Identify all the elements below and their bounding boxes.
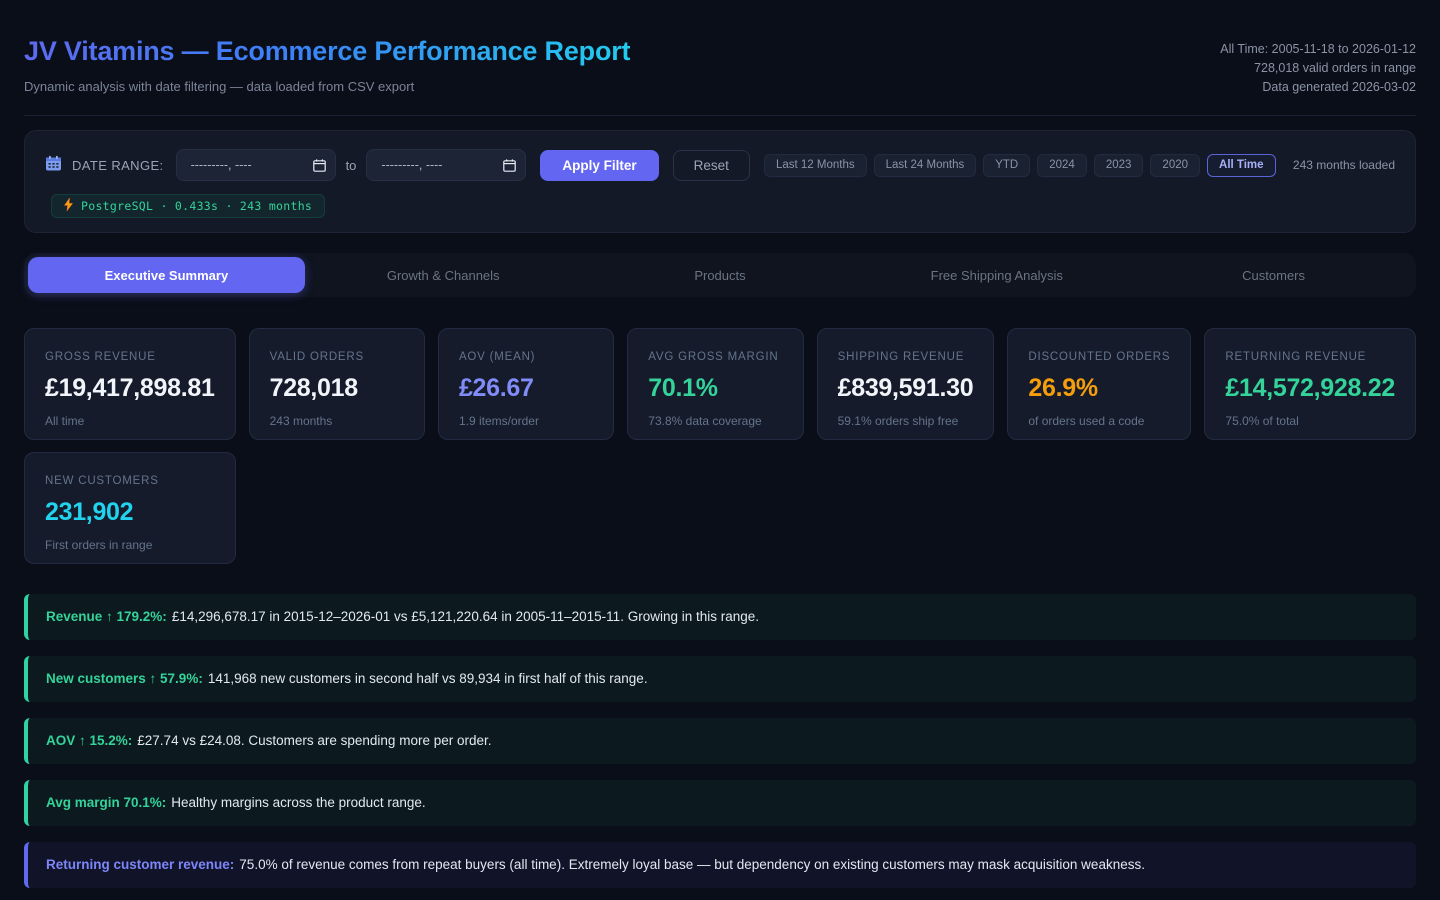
kpi-sub: of orders used a code [1028, 414, 1170, 428]
preset-ytd[interactable]: YTD [983, 154, 1030, 177]
kpi-label: DISCOUNTED ORDERS [1028, 351, 1170, 363]
tab-products[interactable]: Products [582, 257, 859, 293]
reset-button[interactable]: Reset [673, 150, 750, 181]
kpi-label: SHIPPING REVENUE [838, 351, 974, 363]
insight-text: £14,296,678.17 in 2015-12–2026-01 vs £5,… [172, 609, 759, 624]
to-label: to [346, 158, 357, 173]
kpi-value: £26.67 [459, 374, 593, 403]
apply-filter-button[interactable]: Apply Filter [540, 150, 658, 181]
kpi-label: AVG GROSS MARGIN [648, 351, 782, 363]
kpi-label: GROSS REVENUE [45, 351, 215, 363]
date-from-field[interactable] [176, 149, 336, 181]
insight-label: New customers ↑ 57.9%: [46, 671, 203, 686]
kpi-card-discounted-orders: DISCOUNTED ORDERS 26.9% of orders used a… [1007, 328, 1191, 440]
filter-row: DATE RANGE: to Apply Filter Reset Last 1… [45, 149, 1395, 181]
preset-last-24-months[interactable]: Last 24 Months [874, 154, 977, 177]
kpi-card-valid-orders: VALID ORDERS 728,018 243 months [249, 328, 425, 440]
kpi-sub: 59.1% orders ship free [838, 414, 974, 428]
preset-2024[interactable]: 2024 [1037, 154, 1087, 177]
insight-text: 75.0% of revenue comes from repeat buyer… [239, 857, 1145, 872]
calendar-icon[interactable] [313, 159, 326, 177]
date-from-input[interactable] [177, 150, 335, 180]
lightning-bolt-icon [64, 198, 73, 214]
kpi-sub: 73.8% data coverage [648, 414, 782, 428]
kpi-value: £14,572,928.22 [1225, 374, 1395, 403]
report-page: JV Vitamins — Ecommerce Performance Repo… [0, 0, 1440, 888]
insights-list: Revenue ↑ 179.2%: £14,296,678.17 in 2015-… [24, 594, 1416, 888]
kpi-label: NEW CUSTOMERS [45, 475, 215, 487]
date-to-input[interactable] [367, 150, 525, 180]
insight-text: £27.74 vs £24.08. Customers are spending… [137, 733, 491, 748]
kpi-card-aov-mean: AOV (MEAN) £26.67 1.9 items/order [438, 328, 614, 440]
meta-valid-orders: 728,018 valid orders in range [1220, 59, 1416, 78]
kpi-sub: First orders in range [45, 538, 215, 552]
query-status-row: PostgreSQL · 0.433s · 243 months [45, 194, 1395, 218]
query-status-text: PostgreSQL · 0.433s · 243 months [81, 199, 312, 213]
kpi-grid: GROSS REVENUE £19,417,898.81 All time VA… [24, 328, 1416, 564]
kpi-value: 70.1% [648, 374, 782, 403]
kpi-value: 231,902 [45, 498, 215, 527]
kpi-card-shipping-revenue: SHIPPING REVENUE £839,591.30 59.1% order… [817, 328, 995, 440]
insight-label: AOV ↑ 15.2%: [46, 733, 132, 748]
kpi-value: £19,417,898.81 [45, 374, 215, 403]
kpi-label: AOV (MEAN) [459, 351, 593, 363]
tab-bar: Executive Summary Growth & Channels Prod… [24, 253, 1416, 297]
page-subtitle: Dynamic analysis with date filtering — d… [24, 79, 630, 94]
preset-all-time[interactable]: All Time [1207, 154, 1276, 177]
preset-2023[interactable]: 2023 [1094, 154, 1144, 177]
preset-last-12-months[interactable]: Last 12 Months [764, 154, 867, 177]
tab-growth-channels[interactable]: Growth & Channels [305, 257, 582, 293]
kpi-value: 26.9% [1028, 374, 1170, 403]
kpi-sub: 243 months [270, 414, 404, 428]
kpi-sub: 1.9 items/order [459, 414, 593, 428]
insight-new-customers: New customers ↑ 57.9%: 141,968 new custom… [24, 656, 1416, 702]
header-meta: All Time: 2005-11-18 to 2026-01-12 728,0… [1220, 36, 1416, 97]
query-status-badge: PostgreSQL · 0.433s · 243 months [51, 194, 325, 218]
page-title: JV Vitamins — Ecommerce Performance Repo… [24, 36, 630, 67]
meta-generated-date: Data generated 2026-03-02 [1220, 78, 1416, 97]
kpi-value: 728,018 [270, 374, 404, 403]
preset-2020[interactable]: 2020 [1150, 154, 1200, 177]
calendar-icon [45, 155, 62, 177]
tab-free-shipping-analysis[interactable]: Free Shipping Analysis [858, 257, 1135, 293]
kpi-card-avg-gross-margin: AVG GROSS MARGIN 70.1% 73.8% data covera… [627, 328, 803, 440]
preset-buttons: Last 12 Months Last 24 Months YTD 2024 2… [764, 154, 1276, 177]
header-titles: JV Vitamins — Ecommerce Performance Repo… [24, 36, 630, 94]
insight-avg-margin: Avg margin 70.1%: Healthy margins across … [24, 780, 1416, 826]
tab-executive-summary[interactable]: Executive Summary [28, 257, 305, 293]
kpi-card-new-customers: NEW CUSTOMERS 231,902 First orders in ra… [24, 452, 236, 564]
kpi-value: £839,591.30 [838, 374, 974, 403]
insight-text: 141,968 new customers in second half vs … [208, 671, 648, 686]
insight-label: Revenue ↑ 179.2%: [46, 609, 167, 624]
calendar-icon[interactable] [503, 159, 516, 177]
months-loaded-label: 243 months loaded [1293, 158, 1395, 172]
insight-label: Avg margin 70.1%: [46, 795, 166, 810]
tab-customers[interactable]: Customers [1135, 257, 1412, 293]
insight-label: Returning customer revenue: [46, 857, 234, 872]
kpi-label: VALID ORDERS [270, 351, 404, 363]
insight-revenue-growth: Revenue ↑ 179.2%: £14,296,678.17 in 2015-… [24, 594, 1416, 640]
kpi-sub: All time [45, 414, 215, 428]
date-range-label: DATE RANGE: [72, 158, 164, 173]
date-filter-panel: DATE RANGE: to Apply Filter Reset Last 1… [24, 130, 1416, 233]
meta-all-time-range: All Time: 2005-11-18 to 2026-01-12 [1220, 40, 1416, 59]
kpi-sub: 75.0% of total [1225, 414, 1395, 428]
insight-returning-customer-revenue: Returning customer revenue: 75.0% of reve… [24, 842, 1416, 888]
kpi-card-returning-revenue: RETURNING REVENUE £14,572,928.22 75.0% o… [1204, 328, 1416, 440]
insight-text: Healthy margins across the product range… [171, 795, 425, 810]
kpi-card-gross-revenue: GROSS REVENUE £19,417,898.81 All time [24, 328, 236, 440]
report-header: JV Vitamins — Ecommerce Performance Repo… [24, 0, 1416, 116]
kpi-label: RETURNING REVENUE [1225, 351, 1395, 363]
insight-aov: AOV ↑ 15.2%: £27.74 vs £24.08. Customers … [24, 718, 1416, 764]
date-to-field[interactable] [366, 149, 526, 181]
